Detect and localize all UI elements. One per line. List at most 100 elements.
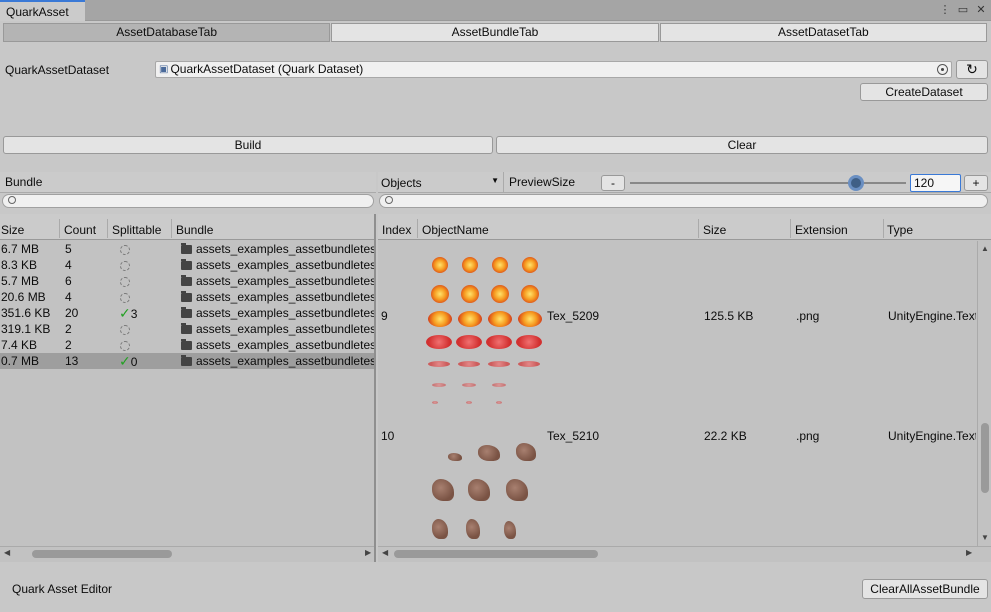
more-icon[interactable]: ⋮ — [939, 3, 951, 17]
row-extension: .png — [796, 309, 820, 323]
table-row[interactable]: 10 Tex_5210 22.2 KB .png UnityEngine.Tex… — [378, 421, 976, 546]
clear-button[interactable]: Clear — [496, 136, 988, 154]
row-bundle: assets_examples_assetbundletest — [196, 306, 376, 320]
row-extension: .png — [796, 429, 820, 443]
column-extension[interactable]: Extension — [795, 223, 848, 237]
refresh-button[interactable]: ↻ — [956, 60, 988, 79]
maximize-icon[interactable]: ▭ — [957, 3, 969, 17]
main-tabbar: AssetDatabaseTab AssetBundleTab AssetDat… — [3, 23, 988, 42]
build-button[interactable]: Build — [3, 136, 493, 154]
row-object-name: Tex_5210 — [547, 429, 600, 443]
row-size: 20.6 MB — [1, 290, 46, 304]
check-icon: ✓ — [119, 353, 131, 369]
scroll-left-icon[interactable]: ◀ — [4, 548, 10, 557]
column-bundle[interactable]: Bundle — [176, 223, 213, 237]
window-titlebar: QuarkAsset ⋮ ▭ ✕ — [0, 0, 991, 21]
column-object-name[interactable]: ObjectName — [422, 223, 489, 237]
row-split-count: 3 — [130, 307, 138, 321]
column-size[interactable]: Size — [1, 223, 24, 237]
bundle-horizontal-scrollbar[interactable]: ◀ ▶ — [0, 546, 374, 560]
dataset-asset-icon: ▣ — [159, 64, 169, 75]
row-index: 9 — [381, 309, 388, 323]
column-splittable[interactable]: Splittable — [112, 223, 161, 237]
tab-asset-dataset[interactable]: AssetDatasetTab — [659, 23, 987, 42]
bundle-table: Size Count Splittable Bundle 6.7 MB 5 as… — [0, 214, 376, 562]
dataset-label: QuarkAssetDataset — [5, 63, 110, 77]
texture-preview — [422, 249, 552, 419]
search-icon — [8, 196, 16, 204]
dataset-field-value: QuarkAssetDataset (Quark Dataset) — [170, 62, 364, 76]
column-type[interactable]: Type — [887, 223, 913, 237]
scroll-down-icon[interactable]: ▼ — [981, 533, 989, 542]
spinner-icon — [120, 260, 130, 271]
scrollbar-thumb[interactable] — [32, 550, 172, 558]
row-size: 7.4 KB — [1, 338, 38, 352]
folder-icon — [181, 243, 192, 254]
row-bundle: assets_examples_assetbundletest — [196, 322, 376, 336]
spinner-icon — [120, 292, 130, 303]
slider-knob[interactable] — [848, 175, 865, 191]
table-row[interactable]: 20.6 MB 4 assets_examples_assetbundletes… — [0, 289, 374, 305]
scrollbar-thumb[interactable] — [394, 550, 598, 558]
object-table-header: Index ObjectName Size Extension Type — [378, 214, 991, 240]
column-count[interactable]: Count — [64, 223, 96, 237]
object-toolbar: Objects ▼ PreviewSize - 120 + — [378, 172, 991, 193]
bundle-table-header: Size Count Splittable Bundle — [0, 214, 374, 240]
preview-minus-button[interactable]: - — [601, 175, 625, 191]
object-table: Index ObjectName Size Extension Type 9 T… — [378, 214, 991, 562]
folder-icon — [181, 339, 192, 350]
table-row[interactable]: 351.6 KB 20 ✓3 assets_examples_assetbund… — [0, 305, 376, 321]
table-row[interactable]: 8.3 KB 4 assets_examples_assetbundletest — [0, 257, 374, 273]
table-row[interactable]: 7.4 KB 2 assets_examples_assetbundletest — [0, 337, 374, 353]
object-search-input[interactable] — [379, 194, 988, 208]
table-row-selected[interactable]: 0.7 MB 13 ✓0 assets_examples_assetbundle… — [0, 353, 374, 369]
row-count: 13 — [65, 354, 79, 368]
tab-asset-bundle[interactable]: AssetBundleTab — [331, 23, 659, 42]
create-dataset-button[interactable]: CreateDataset — [860, 83, 988, 101]
table-row[interactable]: 9 Tex_5209 125.5 KB .png UnityEngine.Tex — [378, 241, 976, 421]
folder-icon — [181, 291, 192, 302]
object-vertical-scrollbar[interactable]: ▲ ▼ — [977, 241, 991, 546]
bundle-search-input[interactable] — [2, 194, 374, 208]
scroll-right-icon[interactable]: ▶ — [365, 548, 371, 557]
spinner-icon — [120, 244, 130, 255]
row-split-count: 0 — [130, 355, 138, 369]
texture-preview — [422, 441, 552, 551]
window-tab[interactable]: QuarkAsset — [0, 0, 85, 21]
row-bundle: assets_examples_assetbundletest — [196, 274, 376, 288]
table-row[interactable]: 319.1 KB 2 assets_examples_assetbundlete… — [0, 321, 376, 337]
table-row[interactable]: 5.7 MB 6 assets_examples_assetbundletest — [0, 273, 376, 289]
spinner-icon — [120, 276, 130, 287]
row-size: 351.6 KB — [1, 306, 51, 320]
dataset-object-field[interactable]: ▣ QuarkAssetDataset (Quark Dataset) — [155, 61, 952, 78]
bundle-toolbar: Bundle — [0, 172, 376, 193]
scrollbar-thumb[interactable] — [981, 423, 989, 493]
row-size: 8.3 KB — [1, 258, 38, 272]
row-count: 4 — [65, 290, 72, 304]
spinner-icon — [120, 340, 130, 351]
object-picker-icon[interactable] — [937, 64, 948, 75]
objects-dropdown[interactable]: Objects ▼ — [378, 172, 504, 192]
close-icon[interactable]: ✕ — [975, 3, 987, 17]
folder-icon — [181, 275, 192, 286]
folder-icon — [181, 323, 192, 334]
column-size[interactable]: Size — [703, 223, 726, 237]
scroll-up-icon[interactable]: ▲ — [981, 244, 989, 253]
clear-all-assetbundle-button[interactable]: ClearAllAssetBundle — [862, 579, 988, 599]
folder-icon — [181, 307, 192, 318]
status-text: Quark Asset Editor — [12, 582, 113, 596]
table-row[interactable]: 6.7 MB 5 assets_examples_assetbundletest — [0, 241, 376, 257]
row-bundle: assets_examples_assetbundletest — [196, 242, 376, 256]
row-count: 2 — [65, 322, 72, 336]
object-horizontal-scrollbar[interactable]: ◀ ▶ — [378, 546, 991, 560]
preview-plus-button[interactable]: + — [964, 175, 988, 191]
tab-asset-database[interactable]: AssetDatabaseTab — [3, 23, 331, 42]
row-count: 6 — [65, 274, 72, 288]
scroll-left-icon[interactable]: ◀ — [382, 548, 388, 557]
row-size: 5.7 MB — [1, 274, 40, 288]
scroll-right-icon[interactable]: ▶ — [966, 548, 972, 557]
column-index[interactable]: Index — [382, 223, 411, 237]
preview-size-slider[interactable] — [630, 175, 906, 191]
spinner-icon — [120, 324, 130, 335]
preview-size-input[interactable]: 120 — [910, 174, 961, 192]
